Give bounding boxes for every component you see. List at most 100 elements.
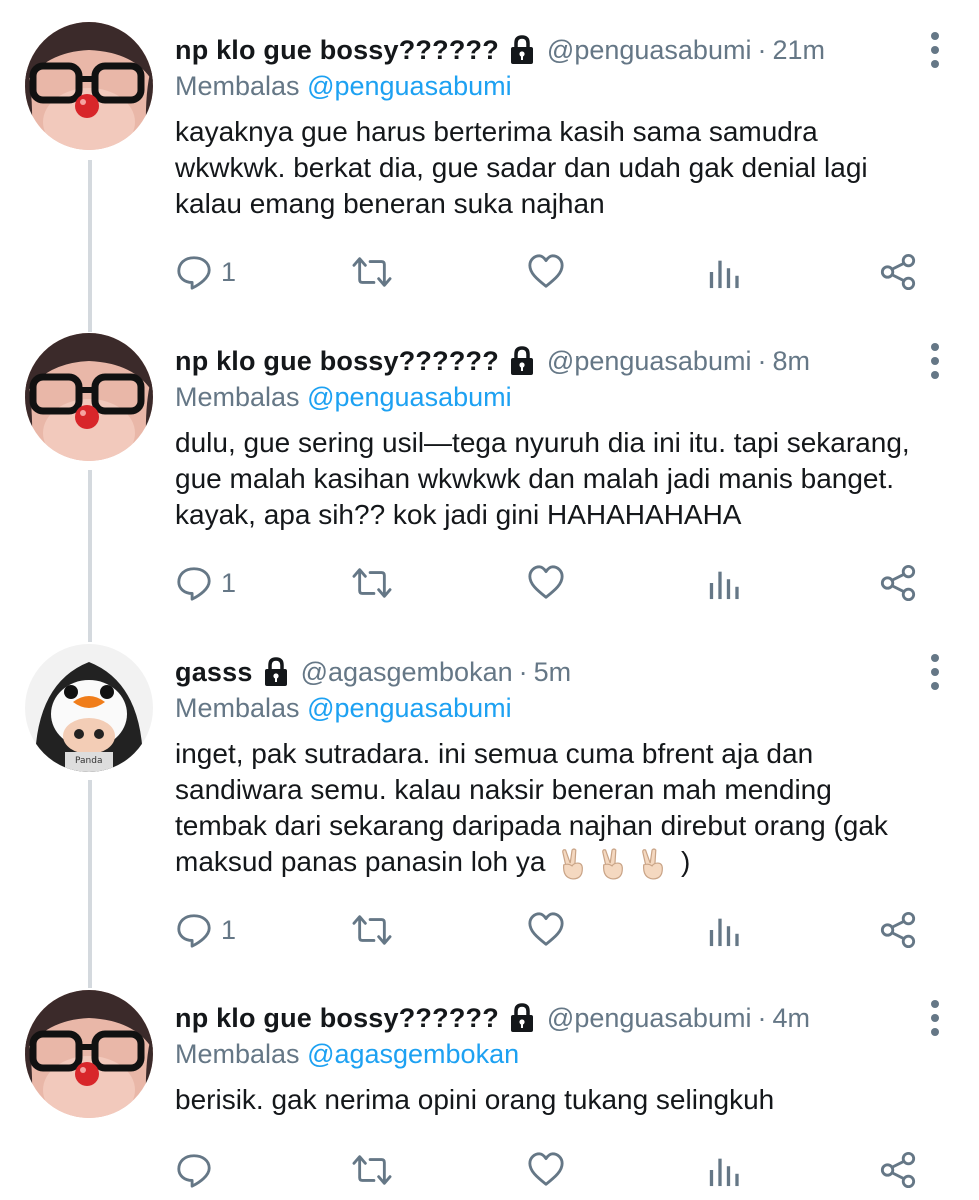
- tweet-text-line: kayak, apa sih?? kok jadi gini HAHAHAHAH…: [175, 499, 742, 530]
- timestamp[interactable]: 21m: [772, 32, 825, 68]
- timestamp[interactable]: 4m: [772, 1000, 810, 1036]
- tweet-actions: 1: [175, 250, 935, 294]
- retweet-button[interactable]: [351, 1148, 393, 1192]
- share-button[interactable]: [879, 908, 917, 952]
- mention-link[interactable]: @agasgembokan: [307, 1039, 519, 1069]
- tweet-text-line: dulu, gue sering usil—tega nyuruh dia in…: [175, 427, 910, 458]
- glasses-doll-avatar-icon: [25, 22, 153, 150]
- tweet-text-line: kayaknya gue harus berterima kasih sama …: [175, 116, 818, 147]
- tweet-header: np klo gue bossy?????? @penguasabumi · 4…: [175, 1000, 949, 1036]
- tweet-header: np klo gue bossy?????? @penguasabumi · 2…: [175, 32, 949, 68]
- reply-count: 1: [221, 256, 237, 287]
- like-button[interactable]: [527, 908, 565, 952]
- reply-button[interactable]: [175, 1148, 221, 1192]
- retweet-button[interactable]: [351, 561, 393, 605]
- lock-icon: [263, 657, 289, 687]
- user-handle[interactable]: @penguasabumi: [547, 1000, 752, 1036]
- reply-icon: [175, 564, 213, 602]
- share-icon: [879, 564, 917, 602]
- tweet-actions: 1: [175, 561, 935, 605]
- tweet-text-line: berisik. gak nerima opini orang tukang s…: [175, 1084, 775, 1115]
- like-button[interactable]: [527, 250, 565, 294]
- share-button[interactable]: [879, 250, 917, 294]
- analytics-button[interactable]: [707, 1148, 741, 1192]
- share-icon: [879, 253, 917, 291]
- mention-link[interactable]: @penguasabumi: [307, 693, 512, 723]
- separator: ·: [757, 346, 767, 376]
- retweet-button[interactable]: [351, 250, 393, 294]
- user-handle[interactable]: @penguasabumi: [547, 32, 752, 68]
- analytics-button[interactable]: [707, 250, 741, 294]
- thread-connector: [88, 470, 92, 642]
- timestamp[interactable]: 5m: [534, 654, 572, 690]
- display-name[interactable]: np klo gue bossy??????: [175, 343, 499, 379]
- victory-hand-emoji-icon: [559, 848, 587, 880]
- tweet-text-line: kalau emang beneran suka najhan: [175, 188, 605, 219]
- replying-to-label: Membalas: [175, 1039, 300, 1069]
- user-handle[interactable]: @penguasabumi: [547, 343, 752, 379]
- lock-icon: [509, 346, 535, 376]
- reply-icon: [175, 253, 213, 291]
- analytics-button[interactable]: [707, 561, 741, 605]
- tweet-text-line: sandiwara semu. kalau naksir beneran mah…: [175, 774, 832, 805]
- display-name[interactable]: gasss: [175, 654, 253, 690]
- heart-icon: [527, 1151, 565, 1189]
- heart-icon: [527, 253, 565, 291]
- reply-button[interactable]: 1: [175, 250, 236, 294]
- more-vertical-icon[interactable]: [927, 654, 943, 694]
- tweet-text: dulu, gue sering usil—tega nyuruh dia in…: [175, 425, 949, 533]
- tweet-text-line: tembak dari sekarang daripada najhan dir…: [175, 810, 888, 841]
- mention-link[interactable]: @penguasabumi: [307, 71, 512, 101]
- analytics-icon: [707, 1151, 741, 1189]
- replying-to: Membalas @penguasabumi: [175, 68, 949, 104]
- avatar[interactable]: [25, 990, 153, 1118]
- tweet-text-line-end: ): [681, 846, 691, 877]
- tweet-text-line: maksud panas panasin loh ya: [175, 846, 546, 877]
- more-vertical-icon[interactable]: [927, 343, 943, 383]
- avatar[interactable]: [25, 22, 153, 150]
- tweet-text-line-with-emoji: maksud panas panasin loh ya ): [175, 844, 949, 880]
- mention-link[interactable]: @penguasabumi: [307, 382, 512, 412]
- more-vertical-icon[interactable]: [927, 1000, 943, 1040]
- tweet-text-line: gue malah kasihan wkwkwk dan malah jadi …: [175, 463, 895, 494]
- avatar[interactable]: [25, 333, 153, 461]
- glasses-doll-avatar-icon: [25, 333, 153, 461]
- tweet-actions: [175, 1148, 935, 1192]
- tweet-text-line: wkwkwk. berkat dia, gue sadar dan udah g…: [175, 152, 868, 183]
- like-button[interactable]: [527, 1148, 565, 1192]
- avatar[interactable]: Panda: [25, 644, 153, 772]
- retweet-button[interactable]: [351, 908, 393, 952]
- thread-connector: [88, 160, 92, 332]
- retweet-icon: [351, 1151, 393, 1189]
- victory-hand-emoji-icon: [639, 848, 667, 880]
- share-icon: [879, 911, 917, 949]
- reply-icon: [175, 1151, 213, 1189]
- analytics-icon: [707, 911, 741, 949]
- lock-icon: [509, 1003, 535, 1033]
- separator: ·: [757, 35, 767, 65]
- share-button[interactable]: [879, 1148, 917, 1192]
- timestamp[interactable]: 8m: [772, 343, 810, 379]
- analytics-button[interactable]: [707, 908, 741, 952]
- tweet-text: berisik. gak nerima opini orang tukang s…: [175, 1082, 949, 1118]
- reply-button[interactable]: 1: [175, 561, 236, 605]
- tweet-text: kayaknya gue harus berterima kasih sama …: [175, 114, 949, 222]
- replying-to: Membalas @penguasabumi: [175, 690, 949, 726]
- replying-to: Membalas @agasgembokan: [175, 1036, 949, 1072]
- heart-icon: [527, 911, 565, 949]
- replying-to: Membalas @penguasabumi: [175, 379, 949, 415]
- replying-to-label: Membalas: [175, 71, 300, 101]
- reply-button[interactable]: 1: [175, 908, 236, 952]
- share-button[interactable]: [879, 561, 917, 605]
- more-vertical-icon[interactable]: [927, 32, 943, 72]
- tweet-header: gasss @agasgembokan · 5m: [175, 654, 949, 690]
- tweet-header: np klo gue bossy?????? @penguasabumi · 8…: [175, 343, 949, 379]
- display-name[interactable]: np klo gue bossy??????: [175, 1000, 499, 1036]
- reply-count: 1: [221, 914, 237, 945]
- like-button[interactable]: [527, 561, 565, 605]
- display-name[interactable]: np klo gue bossy??????: [175, 32, 499, 68]
- tweet-text: inget, pak sutradara. ini semua cuma bfr…: [175, 736, 949, 880]
- retweet-icon: [351, 564, 393, 602]
- penguin-costume-avatar-icon: [25, 644, 153, 772]
- user-handle[interactable]: @agasgembokan: [301, 654, 513, 690]
